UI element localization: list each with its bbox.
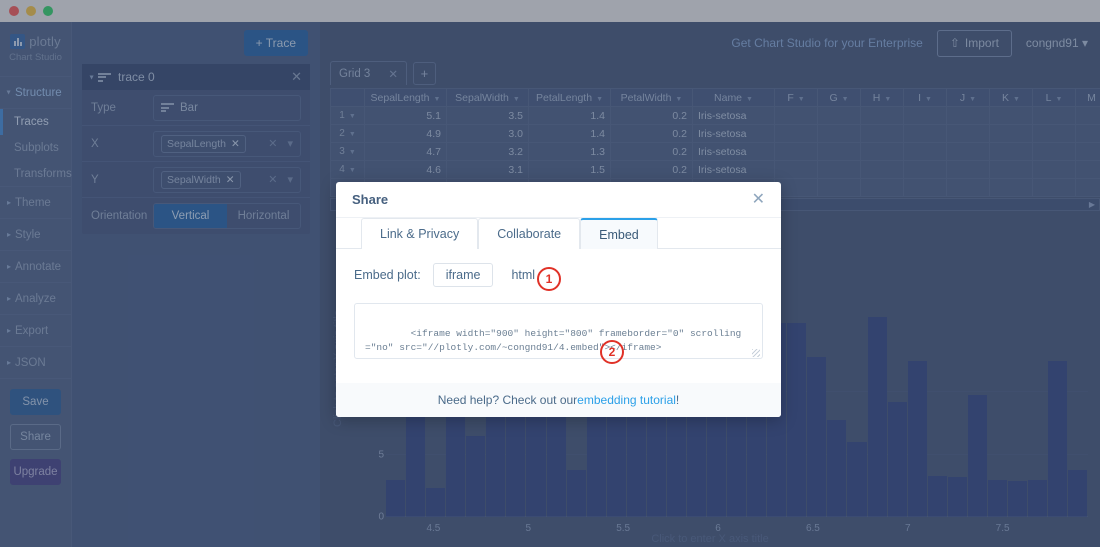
embed-plot-label: Embed plot:	[354, 268, 421, 282]
share-modal: Share ✕ Link & Privacy Collaborate Embed…	[336, 182, 781, 417]
embedding-tutorial-link[interactable]: embedding tutorial	[577, 393, 676, 407]
tab-collaborate[interactable]: Collaborate	[478, 218, 581, 249]
embed-option-html[interactable]: html	[505, 264, 541, 286]
modal-body: Embed plot: iframe html <iframe width="9…	[336, 249, 781, 383]
modal-footer-text: Need help? Check out our	[437, 393, 578, 407]
embed-code-text: <iframe width="900" height="800" framebo…	[365, 327, 742, 354]
annotation-marker: 1	[537, 267, 561, 291]
chart-studio-window: plotly Chart Studio ▸ Structure Traces S…	[0, 0, 1100, 547]
embed-option-iframe[interactable]: iframe	[432, 263, 494, 287]
embed-code-textarea[interactable]: <iframe width="900" height="800" framebo…	[354, 303, 763, 359]
modal-title: Share	[352, 192, 389, 207]
modal-tabs: Link & Privacy Collaborate Embed	[336, 218, 781, 249]
close-icon[interactable]: ✕	[752, 191, 765, 208]
tab-link-privacy[interactable]: Link & Privacy	[361, 218, 479, 249]
modal-footer-tail: !	[675, 393, 680, 407]
resize-handle[interactable]	[752, 349, 760, 357]
annotation-marker: 2	[600, 340, 624, 364]
modal-header: Share ✕	[336, 182, 781, 218]
modal-footer: Need help? Check out our embedding tutor…	[336, 383, 781, 417]
tab-embed[interactable]: Embed	[580, 218, 658, 249]
